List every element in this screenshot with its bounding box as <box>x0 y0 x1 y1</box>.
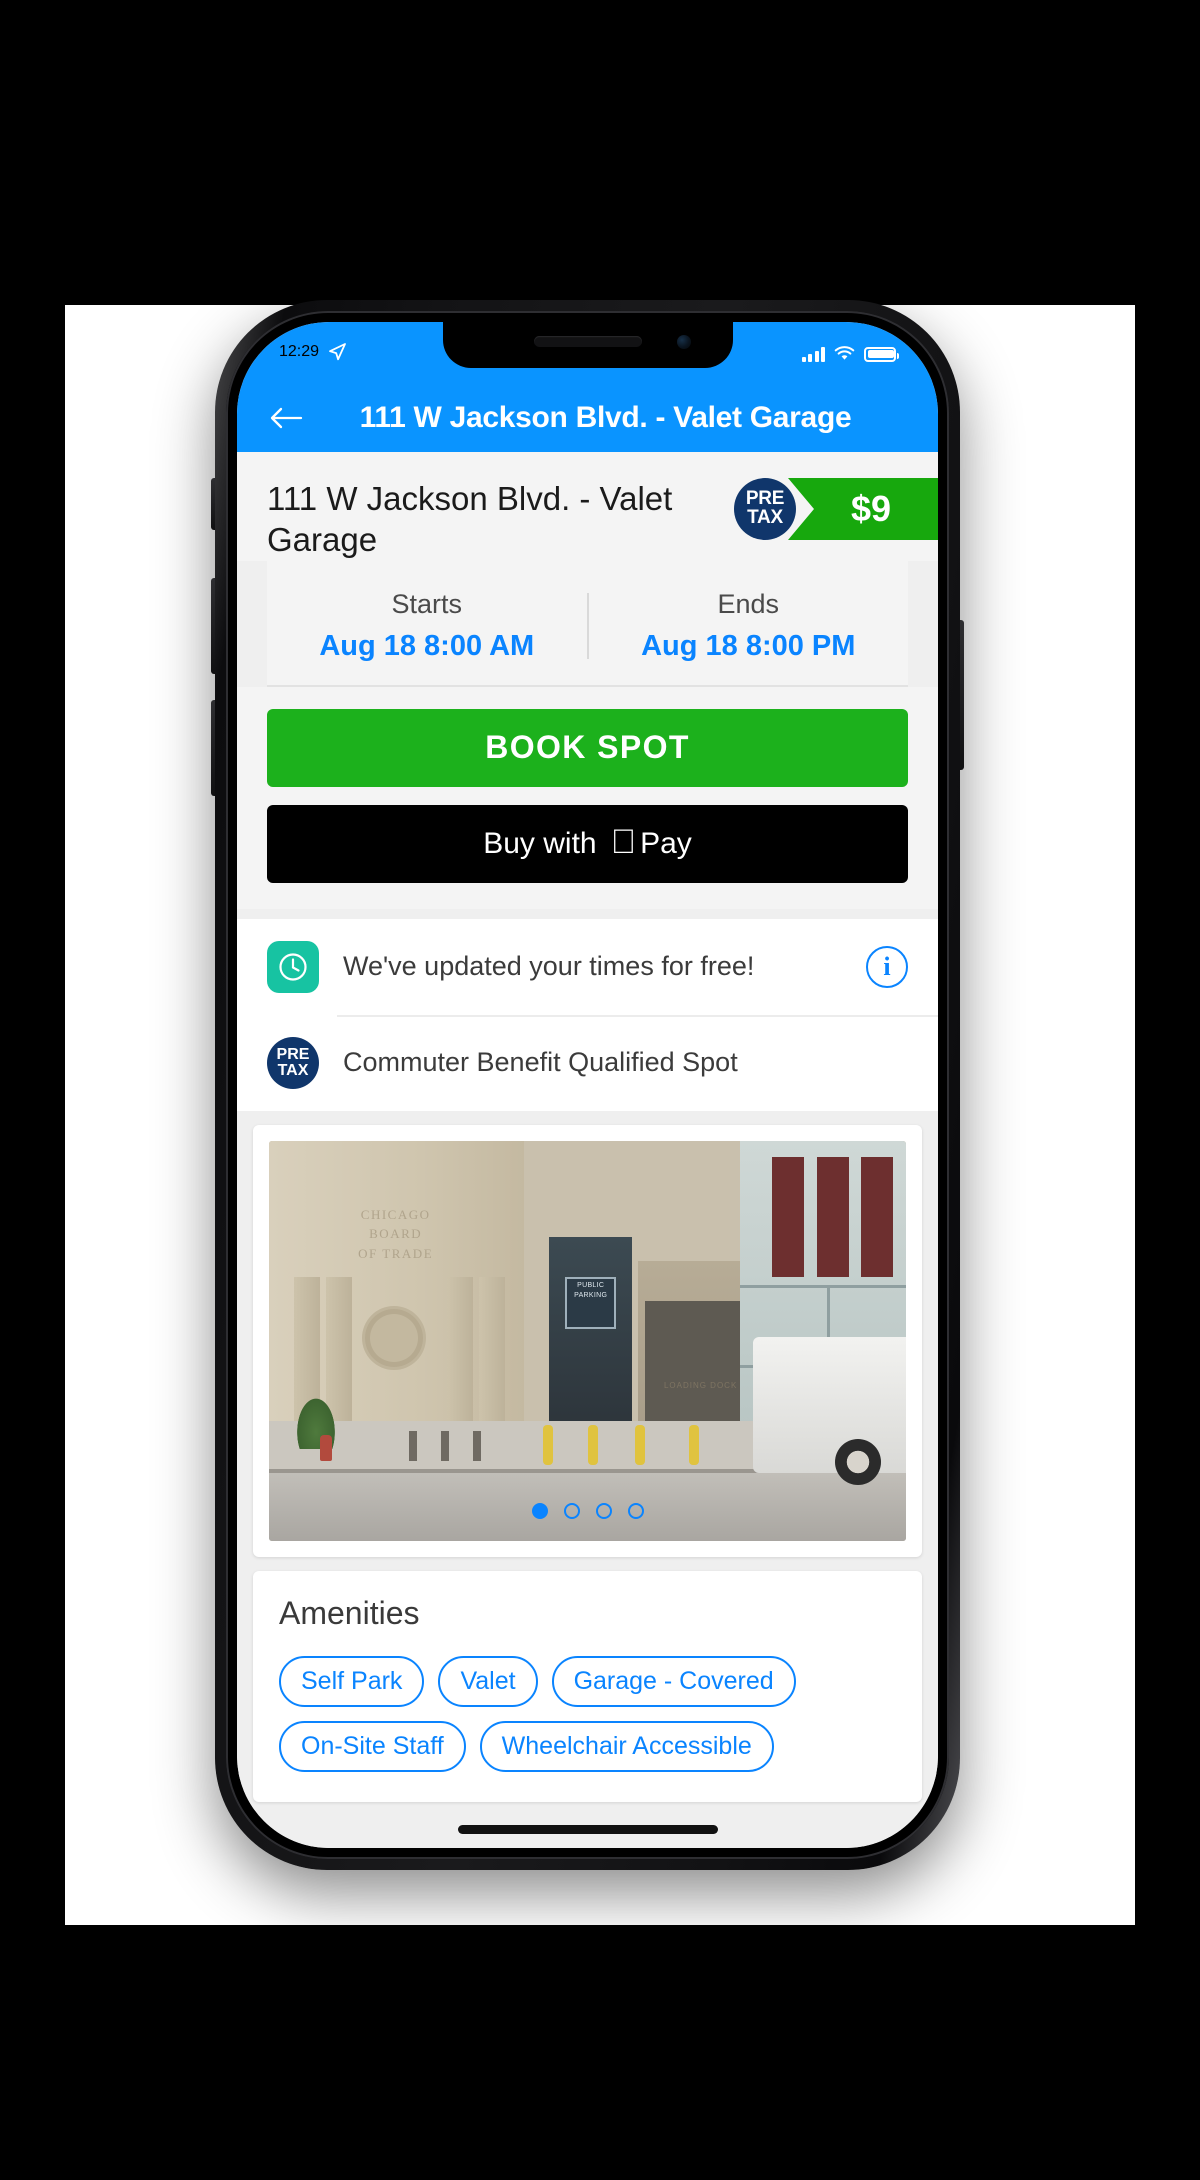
book-spot-button[interactable]: BOOK SPOT <box>267 708 908 787</box>
photo-dot-3[interactable] <box>595 1502 612 1519</box>
info-row-commuter-benefit[interactable]: PRE TAX Commuter Benefit Qualified Spot <box>237 1014 938 1111</box>
amenities-chip-list: Self Park Valet Garage - Covered On-Site… <box>279 1655 896 1772</box>
end-time-column[interactable]: Ends Aug 18 8:00 PM <box>589 589 909 663</box>
pretax-icon-line2: TAX <box>277 1061 309 1079</box>
backdrop-band-bottom <box>0 1925 1200 2180</box>
page-title: 111 W Jackson Blvd. - Valet Garage <box>359 401 852 434</box>
start-time-value[interactable]: Aug 18 8:00 AM <box>267 630 587 663</box>
status-bar-right <box>801 342 899 362</box>
backdrop-band-right <box>1135 305 1200 1925</box>
amenities-title: Amenities <box>279 1594 420 1631</box>
apple-pay-prefix: Buy with <box>483 826 597 860</box>
photo-window-red <box>816 1156 849 1277</box>
photo-building-sign: CHICAGO BOARD OF TRADE <box>358 1205 433 1264</box>
scroll-content[interactable]: 111 W Jackson Blvd. - Valet Garage PRE T… <box>237 452 938 1848</box>
info-row-text: We've updated your times for free! <box>343 951 755 981</box>
cta-group: BOOK SPOT Buy with  Pay <box>237 686 938 909</box>
photo-post <box>409 1430 418 1461</box>
status-bar-left: 12:29 <box>279 342 347 362</box>
pretax-badge-icon: PRE TAX <box>734 478 796 540</box>
parking-sign-line1: PUBLIC <box>577 1281 605 1289</box>
screenshot-stage: 12:29 111 W Jackson Blvd. - Valet Garage… <box>0 0 1200 2180</box>
apple-pay-button[interactable]: Buy with  Pay <box>267 804 908 883</box>
apple-logo-icon:  <box>611 825 637 859</box>
parking-sign-line2: PARKING <box>574 1291 608 1299</box>
info-circle-icon[interactable]: i <box>866 945 908 988</box>
navigation-bar: 111 W Jackson Blvd. - Valet Garage <box>237 384 938 452</box>
photo-post <box>472 1430 481 1461</box>
home-indicator[interactable] <box>457 1825 718 1834</box>
phone-screen: 12:29 111 W Jackson Blvd. - Valet Garage… <box>237 322 938 1848</box>
listing-header: 111 W Jackson Blvd. - Valet Garage PRE T… <box>237 452 938 561</box>
start-time-column[interactable]: Starts Aug 18 8:00 AM <box>267 589 587 663</box>
clock-icon <box>267 940 319 993</box>
wifi-icon <box>834 346 855 360</box>
building-sign-line2: BOARD <box>369 1226 423 1241</box>
backdrop-band-top <box>0 0 1200 305</box>
back-arrow-icon <box>270 407 303 429</box>
building-sign-line1: CHICAGO <box>360 1206 431 1222</box>
listing-photo[interactable]: CHICAGO BOARD OF TRADE LOADING DOCK PUBL… <box>269 1140 906 1541</box>
phone-device-frame: 12:29 111 W Jackson Blvd. - Valet Garage… <box>215 300 960 1870</box>
photo-dot-2[interactable] <box>563 1502 580 1519</box>
info-row-times-updated[interactable]: We've updated your times for free! i <box>237 919 938 1015</box>
info-row-text: Commuter Benefit Qualified Spot <box>343 1047 738 1077</box>
front-camera <box>676 335 691 349</box>
photo-bollard <box>542 1424 553 1465</box>
start-time-label: Starts <box>391 588 463 619</box>
info-list: We've updated your times for free! i PRE… <box>237 918 938 1111</box>
pretax-icon-line1: PRE <box>276 1045 310 1063</box>
status-bar-time: 12:29 <box>279 343 320 360</box>
photo-pagination-dots <box>531 1502 644 1519</box>
price-tag: $9 <box>788 478 938 540</box>
end-time-value[interactable]: Aug 18 8:00 PM <box>589 630 909 663</box>
end-time-label: Ends <box>717 588 780 619</box>
photo-bollard <box>587 1424 598 1465</box>
photo-parking-sign: PUBLIC PARKING <box>565 1276 617 1329</box>
photo-window-red <box>861 1156 894 1277</box>
amenity-chip-self-park[interactable]: Self Park <box>279 1655 425 1707</box>
earpiece-speaker <box>533 336 642 347</box>
photo-glass-mullion <box>740 1284 906 1288</box>
photo-truck <box>753 1336 906 1473</box>
listing-title: 111 W Jackson Blvd. - Valet Garage <box>267 480 673 559</box>
building-sign-line3: OF TRADE <box>358 1245 434 1261</box>
photo-card: CHICAGO BOARD OF TRADE LOADING DOCK PUBL… <box>253 1124 922 1557</box>
amenity-chip-garage-covered[interactable]: Garage - Covered <box>551 1655 796 1707</box>
battery-full-icon <box>864 346 899 362</box>
amenity-chip-on-site-staff[interactable]: On-Site Staff <box>279 1720 466 1772</box>
photo-fire-hydrant <box>319 1434 332 1461</box>
photo-dot-1[interactable] <box>531 1502 548 1519</box>
amenities-card: Amenities Self Park Valet Garage - Cover… <box>253 1570 922 1802</box>
amenity-chip-wheelchair-accessible[interactable]: Wheelchair Accessible <box>479 1720 774 1772</box>
apple-pay-suffix: Pay <box>627 826 692 860</box>
back-button[interactable] <box>263 395 309 441</box>
reservation-times: Starts Aug 18 8:00 AM Ends Aug 18 8:00 P… <box>267 560 909 687</box>
photo-dock-label: LOADING DOCK <box>663 1380 738 1390</box>
phone-notch <box>442 322 733 368</box>
pretax-badge-line2: TAX <box>747 507 783 528</box>
photo-medallion <box>364 1308 423 1367</box>
cellular-signal-icon <box>801 346 825 362</box>
price-badge-group: PRE TAX $9 <box>726 478 938 540</box>
location-arrow-icon <box>329 343 346 361</box>
photo-dot-4[interactable] <box>627 1502 644 1519</box>
amenity-chip-valet[interactable]: Valet <box>438 1655 538 1707</box>
backdrop-band-left <box>0 305 65 1925</box>
photo-post <box>440 1430 449 1461</box>
photo-bollard <box>635 1424 646 1465</box>
photo-truck-wheel <box>834 1438 881 1485</box>
photo-window-red <box>772 1156 805 1277</box>
pretax-badge-icon: PRE TAX <box>267 1036 319 1089</box>
photo-dock-opening <box>644 1300 754 1421</box>
photo-bollard <box>689 1424 700 1465</box>
